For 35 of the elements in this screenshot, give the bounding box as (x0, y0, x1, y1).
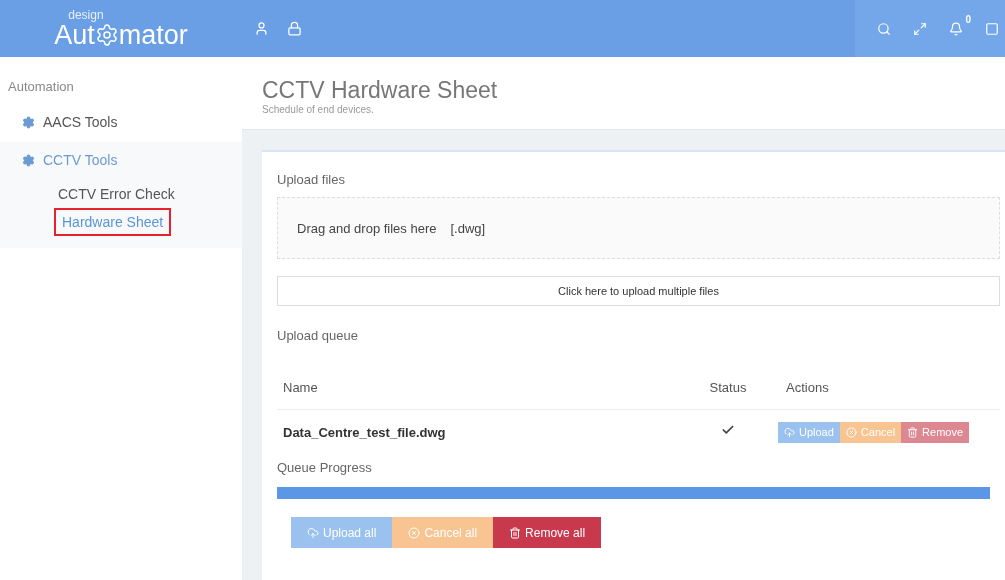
drop-zone[interactable]: Drag and drop files here [.dwg] (277, 197, 1000, 259)
sidebar-item[interactable]: CCTV Tools (0, 152, 242, 168)
sidebar-subitem[interactable]: CCTV Error Check (58, 186, 175, 202)
column-header: Actions (785, 379, 830, 395)
user-icon[interactable] (254, 21, 269, 36)
page-title: CCTV Hardware Sheet (262, 77, 499, 104)
bell-icon[interactable] (949, 21, 963, 36)
logo: design Aut mator (54, 8, 188, 49)
circle-x-icon (408, 526, 421, 539)
page-subtitle: Schedule of end devices. (262, 104, 375, 115)
progress-label: Queue Progress (277, 460, 373, 475)
upload-multiple-button[interactable]: Click here to upload multiple files (277, 276, 1000, 306)
panel-icon[interactable] (985, 21, 999, 36)
search-icon[interactable] (877, 21, 891, 36)
expand-icon[interactable] (913, 21, 927, 36)
trash-icon (907, 426, 919, 438)
sidebar-item[interactable]: AACS Tools (0, 114, 242, 130)
file-name: Data_Centre_test_file.dwg (283, 424, 447, 440)
sidebar-subitem[interactable]: Hardware Sheet (54, 208, 172, 236)
lock-icon[interactable] (287, 21, 302, 36)
notification-count: 0 (965, 13, 971, 25)
section-label: Upload queue (277, 328, 359, 343)
drop-text: Drag and drop files here (297, 220, 437, 236)
circle-x-icon (845, 426, 857, 438)
trash-icon (509, 526, 522, 539)
column-header: Status (708, 379, 748, 395)
cloud-upload-icon (784, 426, 795, 438)
remove-button[interactable]: Remove all (493, 517, 602, 548)
column-header: Name (283, 379, 319, 395)
file-extension: [.dwg] (450, 220, 486, 236)
gear-icon (22, 153, 35, 167)
gear-icon (22, 115, 35, 129)
sidebar-heading: Automation (7, 78, 75, 96)
section-label: Upload files (277, 172, 346, 187)
cloud-upload-icon (307, 526, 319, 539)
